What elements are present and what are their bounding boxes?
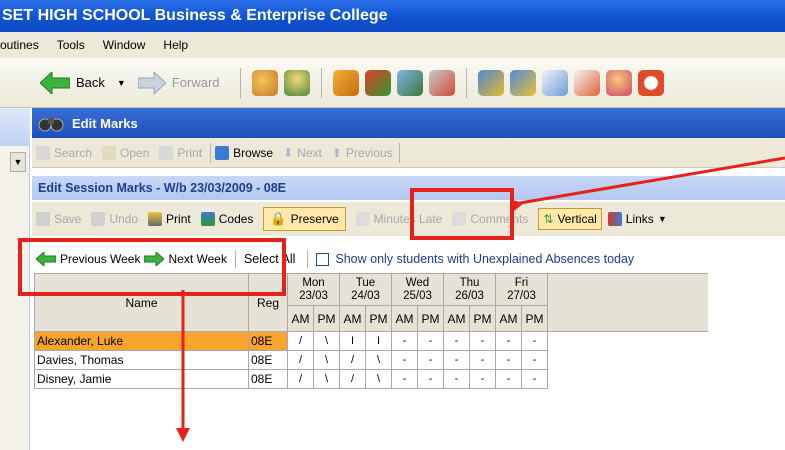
preserve-highlight-box	[410, 188, 514, 240]
annotation-down-arrowhead	[176, 428, 190, 442]
annotation-arrow-line	[513, 156, 785, 206]
annotation-overlay	[18, 156, 785, 442]
week-navigation-highlight-box	[18, 238, 286, 296]
